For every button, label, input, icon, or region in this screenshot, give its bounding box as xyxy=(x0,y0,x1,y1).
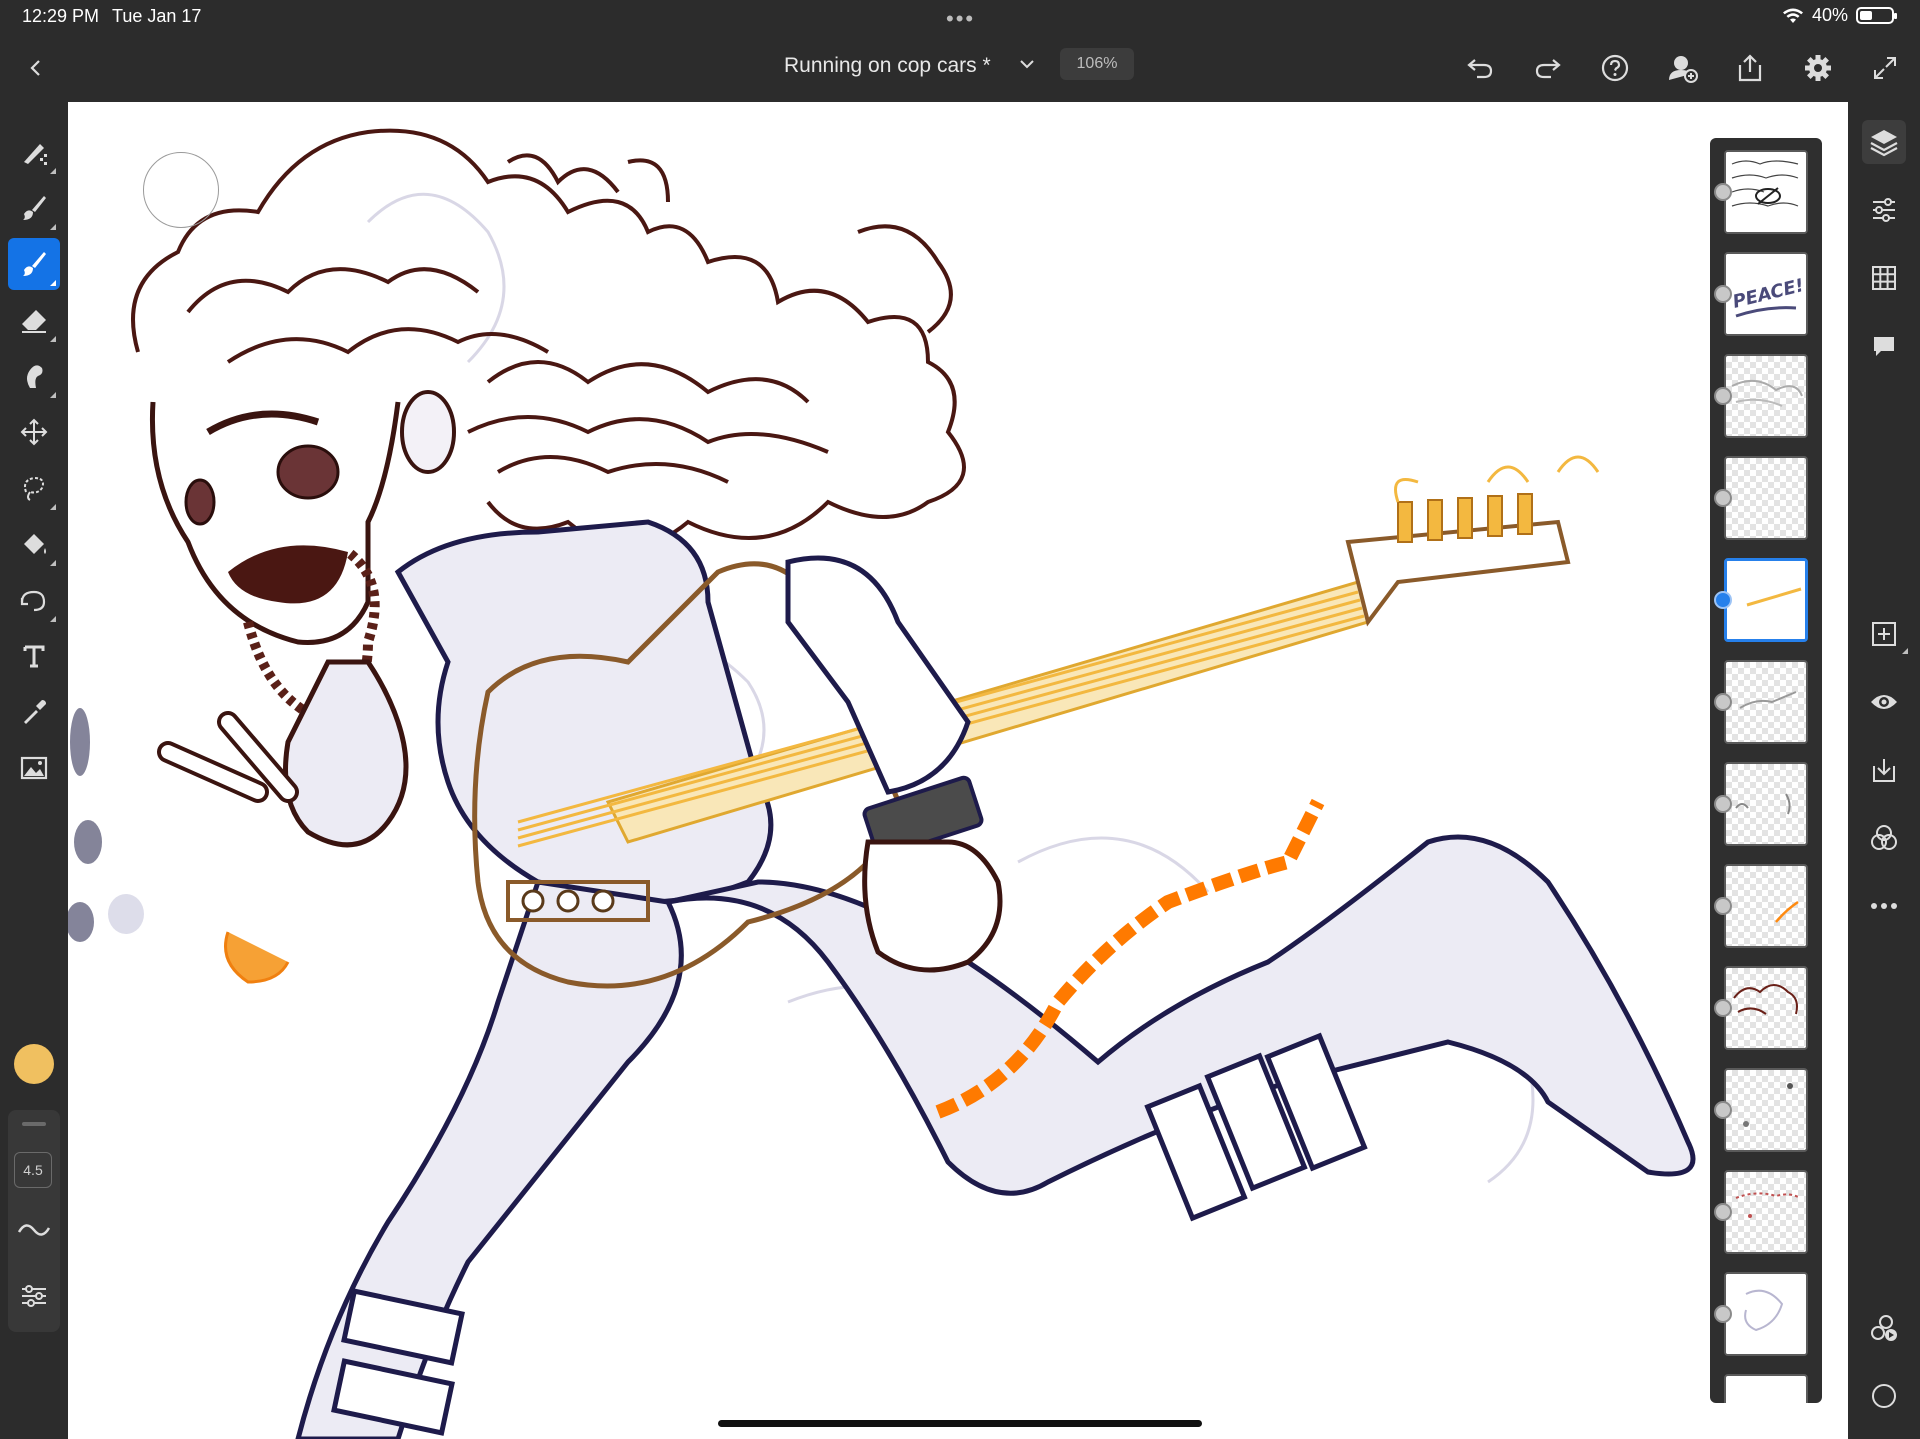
status-bar: 12:29 PM Tue Jan 17 ••• 40% xyxy=(0,0,1920,34)
circle-icon[interactable] xyxy=(1862,1374,1906,1418)
color-swatch[interactable] xyxy=(14,1044,54,1084)
layer-visibility-dot[interactable] xyxy=(1714,897,1732,915)
shape-icon[interactable] xyxy=(8,574,60,626)
comment-icon[interactable] xyxy=(1862,324,1906,368)
brush-cursor xyxy=(143,152,219,228)
settings-icon[interactable] xyxy=(1796,46,1840,90)
home-indicator[interactable] xyxy=(718,1420,1202,1427)
status-indicators: 40% xyxy=(1782,5,1897,26)
status-date: Tue Jan 17 xyxy=(112,6,202,26)
fullscreen-icon[interactable] xyxy=(1863,46,1907,90)
timelapse-icon[interactable] xyxy=(1862,1306,1906,1350)
layer-thumbnail[interactable] xyxy=(1724,864,1808,948)
layer-thumbnail[interactable] xyxy=(1724,1170,1808,1254)
zoom-level[interactable]: 106% xyxy=(1060,48,1134,80)
battery-icon xyxy=(1856,7,1897,24)
eyedropper-icon[interactable] xyxy=(8,686,60,738)
status-time: 12:29 PM xyxy=(22,6,100,26)
share-icon[interactable] xyxy=(1728,46,1772,90)
live-brush-icon[interactable] xyxy=(8,182,60,234)
size-slider-handle[interactable] xyxy=(22,1122,46,1126)
brush-size-value[interactable]: 4.5 xyxy=(14,1152,52,1188)
battery-level xyxy=(1860,11,1872,20)
eraser-icon[interactable] xyxy=(8,294,60,346)
layer-thumbnail[interactable] xyxy=(1724,456,1808,540)
wifi-icon xyxy=(1782,8,1803,23)
layer-visibility-dot[interactable] xyxy=(1714,999,1732,1017)
properties-icon[interactable] xyxy=(1862,188,1906,232)
fill-icon[interactable] xyxy=(8,518,60,570)
invite-icon[interactable] xyxy=(1661,46,1705,90)
battery-percent: 40% xyxy=(1811,5,1848,25)
lasso-icon[interactable] xyxy=(8,462,60,514)
vector-brush-icon[interactable] xyxy=(8,238,60,290)
layer-type-icon[interactable] xyxy=(1714,1305,1732,1323)
layer-thumbnail-active[interactable] xyxy=(1724,558,1808,642)
more-icon[interactable] xyxy=(1862,884,1906,928)
layer-thumbnail[interactable] xyxy=(1724,1374,1808,1403)
layer-visibility-dot[interactable] xyxy=(1714,1203,1732,1221)
import-icon[interactable] xyxy=(1862,748,1906,792)
right-toolbar xyxy=(1848,102,1920,1439)
smudge-icon[interactable] xyxy=(8,350,60,402)
layer-visibility-dot[interactable] xyxy=(1714,489,1732,507)
drawing-canvas[interactable] xyxy=(68,102,1848,1439)
multitasking-dots-icon[interactable]: ••• xyxy=(946,6,975,32)
layer-visibility-dot-active[interactable] xyxy=(1714,591,1732,609)
redo-icon[interactable] xyxy=(1526,46,1570,90)
layer-thumbnail[interactable] xyxy=(1724,1272,1808,1356)
layer-visibility-dot[interactable] xyxy=(1714,795,1732,813)
layer-visibility-dot[interactable] xyxy=(1714,183,1732,201)
artwork xyxy=(68,128,1696,1439)
layer-thumbnail[interactable] xyxy=(1724,660,1808,744)
document-title[interactable]: Running on cop cars * xyxy=(784,54,991,78)
chevron-down-icon[interactable] xyxy=(1005,42,1049,86)
undo-icon[interactable] xyxy=(1458,46,1502,90)
layer-visibility-dot[interactable] xyxy=(1714,693,1732,711)
layer-thumbnail[interactable] xyxy=(1724,966,1808,1050)
visibility-icon[interactable] xyxy=(1862,680,1906,724)
layer-visibility-dot[interactable] xyxy=(1714,387,1732,405)
brush-settings-panel: 4.5 xyxy=(8,1110,60,1332)
layer-thumbnail[interactable] xyxy=(1724,150,1808,234)
layer-visibility-dot[interactable] xyxy=(1714,1101,1732,1119)
smoothing-icon[interactable] xyxy=(14,1210,54,1250)
layer-visibility-dot[interactable] xyxy=(1714,285,1732,303)
pixel-brush-icon[interactable] xyxy=(8,126,60,178)
blend-icon[interactable] xyxy=(1862,816,1906,860)
layers-icon[interactable] xyxy=(1862,120,1906,164)
layer-thumbnail[interactable] xyxy=(1724,1068,1808,1152)
back-icon[interactable] xyxy=(14,46,58,90)
add-layer-menu-indicator xyxy=(1902,648,1908,654)
add-layer-icon[interactable] xyxy=(1862,612,1908,656)
grid-icon[interactable] xyxy=(1862,256,1906,300)
help-icon[interactable] xyxy=(1593,46,1637,90)
layer-thumbnail[interactable] xyxy=(1724,354,1808,438)
text-icon[interactable] xyxy=(8,630,60,682)
image-icon[interactable] xyxy=(8,742,60,794)
brush-settings-icon[interactable] xyxy=(14,1276,54,1316)
left-toolbar: 4.5 xyxy=(0,102,68,1439)
layer-thumbnail[interactable] xyxy=(1724,762,1808,846)
layer-thumbnail[interactable]: PEACE! xyxy=(1724,252,1808,336)
transform-icon[interactable] xyxy=(8,406,60,458)
layers-panel: PEACE! xyxy=(1710,138,1822,1403)
top-toolbar: Running on cop cars * 106% xyxy=(0,34,1920,102)
